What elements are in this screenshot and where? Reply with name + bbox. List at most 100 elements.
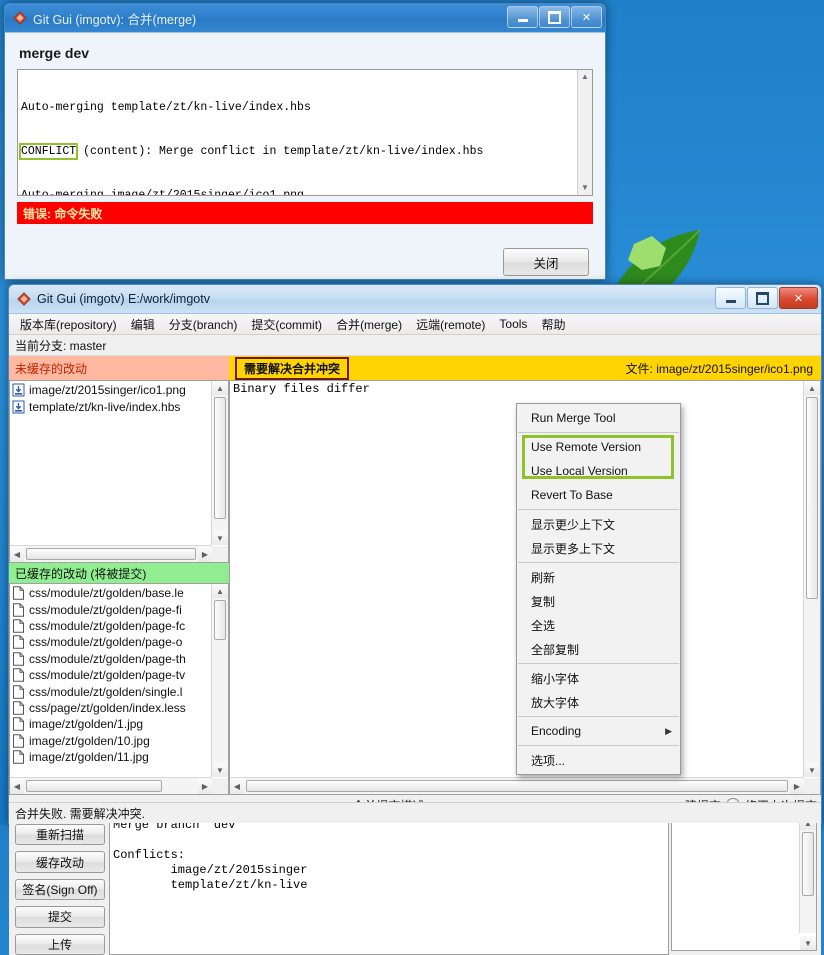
close-button[interactable]: ✕ <box>779 287 818 309</box>
rescan-button[interactable]: 重新扫描 <box>15 824 105 845</box>
list-item[interactable]: image/zt/golden/1.jpg <box>12 716 212 732</box>
scroll-left-icon[interactable]: ◀ <box>230 778 244 794</box>
diff-horizontal-scrollbar[interactable]: ◀ ▶ <box>230 777 804 794</box>
staged-vertical-scrollbar[interactable]: ▲ ▼ <box>211 584 228 777</box>
diff-vertical-scrollbar[interactable]: ▲ ▼ <box>803 381 820 777</box>
list-item[interactable]: css/module/zt/golden/base.le <box>12 585 212 601</box>
list-item[interactable]: image/zt/2015singer/ico1.png <box>12 382 212 398</box>
main-window-controls[interactable]: ✕ <box>715 287 818 309</box>
scroll-left-icon[interactable]: ◀ <box>10 546 24 562</box>
staged-horizontal-scrollbar[interactable]: ◀ ▶ <box>10 777 212 794</box>
scroll-up-icon[interactable]: ▲ <box>212 381 228 395</box>
merge-console-scrollbar[interactable]: ▲ ▼ <box>577 70 592 195</box>
list-item-label: image/zt/golden/10.jpg <box>29 734 150 748</box>
unstaged-files-list[interactable]: image/zt/2015singer/ico1.png template/zt… <box>9 380 229 563</box>
main-window-titlebar[interactable]: Git Gui (imgotv) E:/work/imgotv ✕ <box>9 285 821 313</box>
commit-side-panel[interactable]: ▲ ▼ <box>671 815 817 951</box>
menu-item-copy[interactable]: 复制 <box>517 589 680 613</box>
menu-item-use-remote-version[interactable]: Use Remote Version <box>517 435 680 459</box>
close-button[interactable]: ✕ <box>571 6 602 28</box>
menu-remote[interactable]: 远端(remote) <box>409 315 492 334</box>
menu-item-copy-all[interactable]: 全部复制 <box>517 637 680 661</box>
menu-item-options[interactable]: 选项... <box>517 748 680 772</box>
menu-item-decrease-font[interactable]: 缩小字体 <box>517 666 680 690</box>
sign-off-button[interactable]: 签名(Sign Off) <box>15 879 105 900</box>
menu-commit[interactable]: 提交(commit) <box>244 315 329 334</box>
scroll-up-icon[interactable]: ▲ <box>581 70 589 84</box>
scroll-down-icon[interactable]: ▼ <box>800 936 816 950</box>
push-button[interactable]: 上传 <box>15 934 105 955</box>
scroll-thumb[interactable] <box>214 397 226 519</box>
menu-item-refresh[interactable]: 刷新 <box>517 565 680 589</box>
close-dialog-button[interactable]: 关闭 <box>503 248 589 276</box>
list-item[interactable]: css/module/zt/golden/page-th <box>12 651 212 667</box>
minimize-button[interactable] <box>715 287 746 309</box>
file-lists-column: image/zt/2015singer/ico1.png template/zt… <box>9 380 229 795</box>
file-icon <box>12 750 25 764</box>
list-item-label: css/page/zt/golden/index.less <box>29 701 186 715</box>
merge-heading: merge dev <box>19 45 593 61</box>
unstaged-files-items: image/zt/2015singer/ico1.png template/zt… <box>10 381 212 545</box>
menu-item-select-all[interactable]: 全选 <box>517 613 680 637</box>
scroll-thumb[interactable] <box>802 832 814 896</box>
minimize-button[interactable] <box>507 6 538 28</box>
list-item[interactable]: image/zt/golden/10.jpg <box>12 733 212 749</box>
status-bar: 合并失败. 需要解决冲突. <box>9 802 821 823</box>
list-item[interactable]: css/page/zt/golden/index.less <box>12 700 212 716</box>
menu-branch[interactable]: 分支(branch) <box>162 315 245 334</box>
list-item[interactable]: css/module/zt/golden/page-fi <box>12 601 212 617</box>
menu-item-encoding[interactable]: Encoding ▶ <box>517 719 680 743</box>
menu-help[interactable]: 帮助 <box>534 315 572 334</box>
menu-item-use-local-version[interactable]: Use Local Version <box>517 459 680 483</box>
scroll-right-icon[interactable]: ▶ <box>198 546 212 562</box>
git-gui-main-window[interactable]: Git Gui (imgotv) E:/work/imgotv ✕ 版本库(re… <box>8 284 822 824</box>
stage-changed-button[interactable]: 缓存改动 <box>15 851 105 872</box>
commit-message-box[interactable]: Merge branch 'dev' Conflicts: image/zt/2… <box>109 815 669 955</box>
menubar[interactable]: 版本库(repository) 编辑 分支(branch) 提交(commit)… <box>9 314 821 335</box>
staged-files-list[interactable]: css/module/zt/golden/base.lecss/module/z… <box>9 583 229 795</box>
menu-item-show-less-context[interactable]: 显示更少上下文 <box>517 512 680 536</box>
list-item[interactable]: css/module/zt/golden/single.l <box>12 683 212 699</box>
commit-message-text[interactable]: Merge branch 'dev' Conflicts: image/zt/2… <box>110 816 652 954</box>
scroll-thumb[interactable] <box>214 600 226 640</box>
list-item[interactable]: css/module/zt/golden/page-fc <box>12 618 212 634</box>
menu-item-run-merge-tool[interactable]: Run Merge Tool <box>517 406 680 430</box>
menu-tools[interactable]: Tools <box>492 316 534 332</box>
scroll-down-icon[interactable]: ▼ <box>581 181 589 195</box>
maximize-button[interactable] <box>539 6 570 28</box>
scroll-up-icon[interactable]: ▲ <box>804 381 820 395</box>
scroll-up-icon[interactable]: ▲ <box>212 584 228 598</box>
scroll-thumb[interactable] <box>26 548 196 560</box>
list-item[interactable]: css/module/zt/golden/page-tv <box>12 667 212 683</box>
scroll-left-icon[interactable]: ◀ <box>10 778 24 794</box>
list-item-label: template/zt/kn-live/index.hbs <box>29 400 180 414</box>
menu-merge[interactable]: 合并(merge) <box>329 315 409 334</box>
side-panel-scrollbar[interactable]: ▲ ▼ <box>799 816 816 933</box>
diff-context-menu[interactable]: Run Merge Tool Use Remote Version Use Lo… <box>516 403 681 775</box>
menu-edit[interactable]: 编辑 <box>124 315 162 334</box>
scroll-thumb[interactable] <box>246 780 788 792</box>
merge-window-controls[interactable]: ✕ <box>507 6 602 28</box>
scroll-right-icon[interactable]: ▶ <box>790 778 804 794</box>
menu-item-increase-font[interactable]: 放大字体 <box>517 690 680 714</box>
chevron-right-icon: ▶ <box>665 726 672 737</box>
menu-item-show-more-context[interactable]: 显示更多上下文 <box>517 536 680 560</box>
merge-window-titlebar[interactable]: Git Gui (imgotv): 合并(merge) ✕ <box>5 4 605 32</box>
scroll-thumb[interactable] <box>26 780 162 792</box>
menu-repository[interactable]: 版本库(repository) <box>13 315 124 334</box>
scroll-down-icon[interactable]: ▼ <box>212 763 228 777</box>
merge-dialog-window[interactable]: Git Gui (imgotv): 合并(merge) ✕ merge dev … <box>4 3 606 280</box>
scroll-right-icon[interactable]: ▶ <box>198 778 212 794</box>
menu-item-revert-to-base[interactable]: Revert To Base <box>517 483 680 507</box>
unstaged-vertical-scrollbar[interactable]: ▲ ▼ <box>211 381 228 545</box>
list-item[interactable]: css/module/zt/golden/page-o <box>12 634 212 650</box>
list-item[interactable]: template/zt/kn-live/index.hbs <box>12 398 212 414</box>
scroll-down-icon[interactable]: ▼ <box>212 531 228 545</box>
maximize-button[interactable] <box>747 287 778 309</box>
scroll-down-icon[interactable]: ▼ <box>804 763 820 777</box>
unstaged-horizontal-scrollbar[interactable]: ◀ ▶ <box>10 545 212 562</box>
list-item[interactable]: image/zt/golden/11.jpg <box>12 749 212 765</box>
unstaged-header: 未缓存的改动 <box>9 356 229 380</box>
scroll-thumb[interactable] <box>806 397 818 599</box>
commit-button[interactable]: 提交 <box>15 906 105 927</box>
